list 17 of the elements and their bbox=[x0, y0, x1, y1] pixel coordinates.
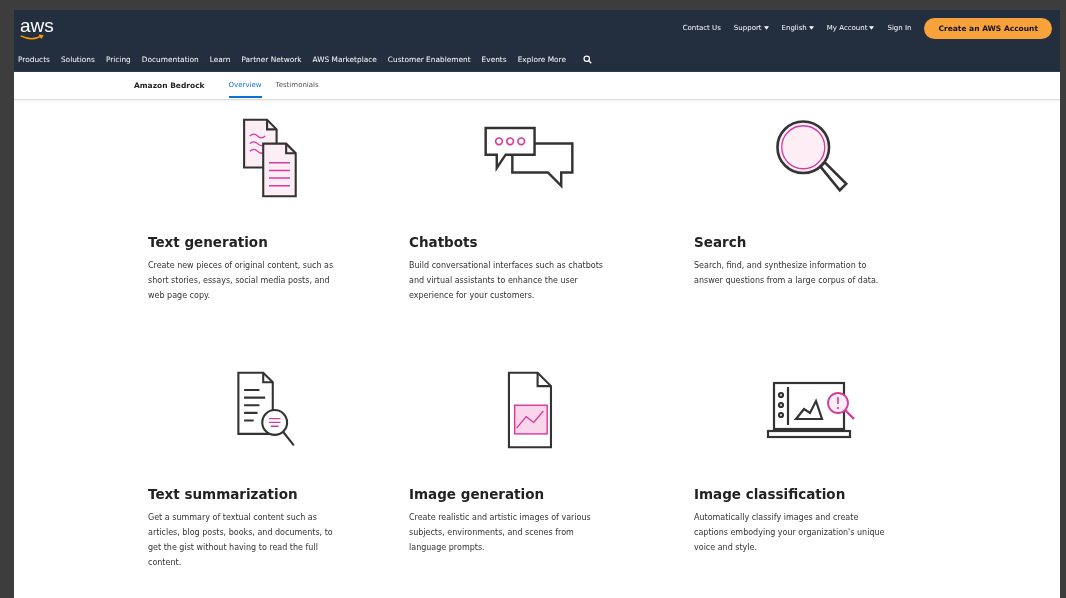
card-description: Automatically classify images and create captions embodying your organization's unique voice and style. bbox=[694, 512, 886, 554]
card-description: Build conversational interfaces such as chatbots and virtual assistants to enhance the user experience for your customers. bbox=[409, 260, 605, 302]
card-description: Create realistic and artistic images of various subjects, environments, and scenes from language prompts. bbox=[409, 512, 592, 554]
aws-logo[interactable]: aws bbox=[20, 15, 54, 41]
caret-icon bbox=[869, 26, 875, 30]
search-icon[interactable] bbox=[583, 54, 593, 64]
card-title: Chatbots bbox=[409, 234, 479, 250]
card-description: Create new pieces of original content, such as short stories, essays, social media posts, and web page copy. bbox=[148, 260, 335, 302]
card-title: Search bbox=[694, 234, 748, 250]
card-title: Text summarization bbox=[148, 486, 299, 502]
card-description: Get a summary of textual content such as articles, blog posts, books, and documents, to get the gist without having to read the full content. bbox=[148, 512, 334, 569]
card-title: Image classification bbox=[694, 486, 847, 502]
card-title: Image generation bbox=[409, 486, 546, 502]
caret-icon bbox=[763, 26, 769, 30]
caret-icon bbox=[808, 26, 814, 30]
card-title: Text generation bbox=[148, 234, 269, 250]
card-description: Search, find, and synthesize information to answer questions from a large corpus of data. bbox=[694, 260, 880, 287]
